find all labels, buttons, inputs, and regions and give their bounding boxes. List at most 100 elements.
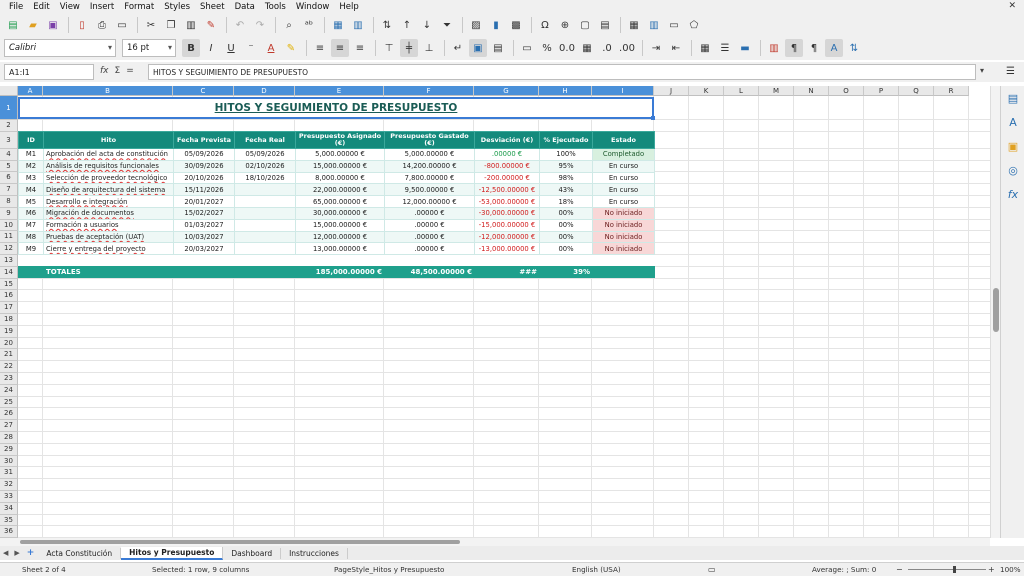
- sum-icon[interactable]: Σ: [115, 66, 121, 76]
- font-name-select[interactable]: Calibri ▾: [4, 39, 116, 57]
- cell-desviacion[interactable]: -12,500.00000 €: [474, 183, 540, 197]
- row-header[interactable]: 24: [0, 384, 18, 397]
- cell-desviacion[interactable]: -53,000.00000 €: [474, 195, 540, 208]
- strikethrough-icon[interactable]: ⁻: [242, 39, 260, 57]
- unmerge-cells-icon[interactable]: ▤: [489, 39, 507, 57]
- row-header[interactable]: 23: [0, 373, 18, 385]
- cell-pct[interactable]: 00%: [539, 206, 593, 220]
- cell-prevista[interactable]: 30/09/2026: [173, 159, 235, 173]
- zoom-out-icon[interactable]: −: [896, 565, 903, 574]
- row-header[interactable]: 16: [0, 290, 18, 303]
- cell-asignado[interactable]: 15,000.00000 €: [295, 159, 385, 173]
- cell-real[interactable]: [234, 183, 296, 197]
- align-left-icon[interactable]: ≡: [311, 39, 329, 57]
- totals-label[interactable]: TOTALES: [43, 265, 174, 278]
- row-header[interactable]: 17: [0, 302, 18, 314]
- cell-gastado[interactable]: 5,000.00000 €: [384, 148, 475, 161]
- header-fecha-real[interactable]: Fecha Real: [234, 131, 296, 149]
- column-header[interactable]: K: [689, 86, 724, 96]
- row-header[interactable]: 12: [0, 243, 18, 255]
- cell-real[interactable]: 05/09/2026: [234, 148, 296, 161]
- align-top-icon[interactable]: ⊤: [380, 39, 398, 57]
- cut-icon[interactable]: ✂: [142, 16, 160, 34]
- show-draw-functions-icon[interactable]: ⬠: [685, 16, 703, 34]
- cell-prevista[interactable]: 20/10/2026: [173, 171, 235, 185]
- spelling-icon[interactable]: ᵃᵇ: [300, 16, 318, 34]
- header-fecha-prevista[interactable]: Fecha Prevista: [173, 131, 235, 149]
- zoom-slider-handle[interactable]: [953, 566, 956, 573]
- cell-pct[interactable]: 00%: [539, 230, 593, 244]
- sort-icon[interactable]: ⇅: [378, 16, 396, 34]
- format-date-icon[interactable]: ▦: [578, 39, 596, 57]
- row-header[interactable]: 21: [0, 349, 18, 362]
- align-right-icon[interactable]: ≡: [351, 39, 369, 57]
- column-header[interactable]: M: [759, 86, 794, 96]
- right-to-left-icon[interactable]: ¶: [805, 39, 823, 57]
- styles-icon[interactable]: A: [1003, 112, 1023, 132]
- gallery-icon[interactable]: ▣: [1003, 136, 1023, 156]
- cell-real[interactable]: [234, 206, 296, 220]
- cell-pct[interactable]: 100%: [539, 148, 593, 161]
- spreadsheet-grid[interactable]: ABCDEFGHIJKLMNOPQR 1 2 3 4 5 6 7 8 9 10 11 12 13 14 15…: [0, 86, 990, 538]
- print-icon[interactable]: ⎙: [93, 16, 111, 34]
- tab-dashboard[interactable]: Dashboard: [223, 547, 282, 559]
- cell-desviacion[interactable]: -13,000.00000 €: [474, 242, 540, 256]
- column-header[interactable]: H: [539, 86, 592, 96]
- align-center-icon[interactable]: ≡: [331, 39, 349, 57]
- row-header[interactable]: 5: [0, 160, 18, 173]
- totals-pct[interactable]: 39%: [539, 265, 593, 278]
- cell-gastado[interactable]: 14,200.00000 €: [384, 159, 475, 173]
- row-header[interactable]: 15: [0, 278, 18, 291]
- sort-descending-icon[interactable]: ↓: [418, 16, 436, 34]
- cell-prevista[interactable]: 15/11/2026: [173, 183, 235, 197]
- cell-prevista[interactable]: 01/03/2027: [173, 218, 235, 232]
- column-header[interactable]: L: [724, 86, 759, 96]
- menu-styles[interactable]: Styles: [159, 2, 195, 12]
- cell-desviacion[interactable]: -30,000.00000 €: [474, 206, 540, 220]
- column-header[interactable]: J: [654, 86, 689, 96]
- vertical-scrollbar[interactable]: [990, 86, 1000, 538]
- cell-id[interactable]: M8: [18, 230, 44, 244]
- column-header[interactable]: I: [592, 86, 654, 96]
- column-header[interactable]: D: [234, 86, 295, 96]
- cell-estado[interactable]: En curso: [592, 195, 655, 208]
- find-replace-icon[interactable]: ⌕: [280, 16, 298, 34]
- cell-gastado[interactable]: .00000 €: [384, 206, 475, 220]
- add-sheet-icon[interactable]: +: [23, 548, 39, 558]
- sidebar-menu-icon[interactable]: ☰: [1006, 66, 1015, 77]
- decrease-indent-icon[interactable]: ⇤: [667, 39, 685, 57]
- row-header[interactable]: 29: [0, 443, 18, 456]
- zoom-in-icon[interactable]: +: [988, 565, 995, 574]
- cell-pct[interactable]: 00%: [539, 242, 593, 256]
- row-header[interactable]: 19: [0, 325, 18, 338]
- first-sheet-icon[interactable]: ◀: [0, 549, 11, 557]
- cell-estado[interactable]: No iniciado: [592, 242, 655, 256]
- left-to-right-icon[interactable]: ¶: [785, 39, 803, 57]
- cell-asignado[interactable]: 8,000.00000 €: [295, 171, 385, 185]
- paste-icon[interactable]: ▥: [182, 16, 200, 34]
- cell-estado[interactable]: En curso: [592, 183, 655, 197]
- header-presupuesto-gastado[interactable]: Presupuesto Gastado (€): [384, 131, 475, 149]
- cell-hito[interactable]: Migración de documentos: [43, 206, 174, 220]
- row-header[interactable]: 27: [0, 420, 18, 432]
- cell-id[interactable]: M7: [18, 218, 44, 232]
- row-header[interactable]: 30: [0, 455, 18, 468]
- merge-center-icon[interactable]: ▣: [469, 39, 487, 57]
- row-header[interactable]: 8: [0, 196, 18, 208]
- save-icon[interactable]: ▣: [44, 16, 62, 34]
- headers-footers-icon[interactable]: ▤: [596, 16, 614, 34]
- wrap-text-icon[interactable]: ↵: [449, 39, 467, 57]
- cell-desviacion[interactable]: .00000 €: [474, 148, 540, 161]
- special-character-icon[interactable]: Ω: [536, 16, 554, 34]
- cell-estado[interactable]: Completado: [592, 148, 655, 161]
- row-header[interactable]: 14: [0, 266, 18, 279]
- cell-pct[interactable]: 95%: [539, 159, 593, 173]
- row-header[interactable]: 25: [0, 396, 18, 409]
- clone-formatting-icon[interactable]: ✎: [202, 16, 220, 34]
- last-sheet-icon[interactable]: ▶: [11, 549, 22, 557]
- expand-formula-icon[interactable]: ▾: [980, 66, 984, 75]
- cell-pct[interactable]: 18%: [539, 195, 593, 208]
- menu-file[interactable]: File: [4, 2, 28, 12]
- freeze-rows-columns-icon[interactable]: ▥: [645, 16, 663, 34]
- column-header[interactable]: F: [384, 86, 474, 96]
